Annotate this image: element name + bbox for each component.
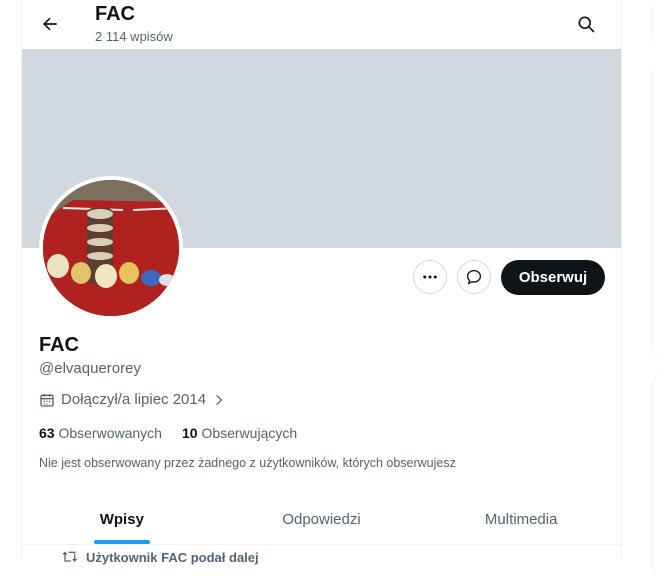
follow-button[interactable]: Obserwuj xyxy=(501,260,605,295)
profile-column: FAC 2 114 wpisów Obserwuj FAC @elvaquero… xyxy=(21,0,622,565)
profile-handle: @elvaquerorey xyxy=(39,360,141,377)
more-icon xyxy=(423,275,437,279)
following-link[interactable]: 63 Obserwowanych xyxy=(39,425,162,441)
profile-name: FAC xyxy=(39,334,79,356)
tab-posts[interactable]: Wpisy xyxy=(22,494,222,544)
repost-icon xyxy=(62,551,77,562)
message-button[interactable] xyxy=(457,260,491,294)
followed-by-note: Nie jest obserwowany przez żadnego z uży… xyxy=(39,456,456,470)
chevron-right-icon xyxy=(216,394,223,405)
message-icon xyxy=(466,269,482,285)
joined-date[interactable]: Dołączył/a lipiec 2014 xyxy=(39,391,226,408)
back-arrow-icon xyxy=(43,17,57,31)
search-button[interactable] xyxy=(570,8,602,40)
profile-tabs: Wpisy Odpowiedzi Multimedia xyxy=(22,494,621,545)
top-bar: FAC 2 114 wpisów xyxy=(22,0,621,48)
following-label: Obserwowanych xyxy=(58,425,162,441)
following-count: 63 xyxy=(39,425,55,441)
page-title: FAC xyxy=(95,3,135,25)
avatar-image xyxy=(43,180,179,316)
more-button[interactable] xyxy=(413,260,447,294)
avatar[interactable] xyxy=(39,176,183,320)
right-panel-card xyxy=(651,64,658,356)
repost-label: Użytkownik FAC podał dalej xyxy=(86,549,259,565)
back-button[interactable] xyxy=(34,8,66,40)
repost-indicator[interactable]: Użytkownik FAC podał dalej xyxy=(62,549,259,565)
right-search-box[interactable] xyxy=(651,0,658,46)
tab-replies[interactable]: Odpowiedzi xyxy=(222,494,422,544)
follow-stats: 63 Obserwowanych 10 Obserwujących xyxy=(39,425,297,441)
followers-link[interactable]: 10 Obserwujących xyxy=(182,425,297,441)
followers-label: Obserwujących xyxy=(201,425,298,441)
right-panel-card-2 xyxy=(651,374,658,576)
search-icon xyxy=(578,16,595,33)
joined-label: Dołączył/a lipiec 2014 xyxy=(61,391,207,408)
tab-media[interactable]: Multimedia xyxy=(421,494,621,544)
post-count: 2 114 wpisów xyxy=(95,29,173,44)
followers-count: 10 xyxy=(181,425,198,441)
calendar-icon xyxy=(40,393,54,407)
